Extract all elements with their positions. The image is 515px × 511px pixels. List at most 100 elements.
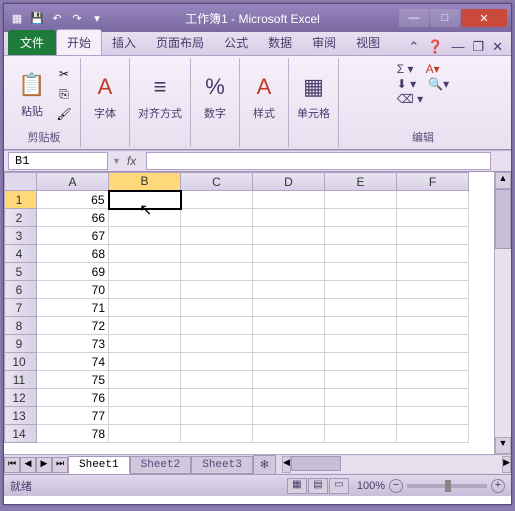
cell[interactable] bbox=[181, 299, 253, 317]
scroll-up-icon[interactable]: ▲ bbox=[495, 172, 511, 189]
cell[interactable]: 65 bbox=[37, 191, 109, 209]
cell[interactable] bbox=[325, 227, 397, 245]
cell[interactable]: 73 bbox=[37, 335, 109, 353]
cell[interactable] bbox=[253, 191, 325, 209]
scroll-right-icon[interactable]: ▶ bbox=[502, 456, 511, 473]
minimize-button[interactable]: — bbox=[399, 9, 429, 27]
sheet-nav-prev-icon[interactable]: ◀ bbox=[20, 457, 36, 473]
row-header[interactable]: 12 bbox=[5, 389, 37, 407]
cell[interactable] bbox=[181, 335, 253, 353]
cell[interactable] bbox=[109, 425, 181, 443]
cell[interactable] bbox=[181, 425, 253, 443]
redo-icon[interactable]: ↷ bbox=[68, 9, 86, 27]
cell[interactable] bbox=[253, 281, 325, 299]
format-painter-icon[interactable]: 🖌 bbox=[54, 105, 74, 123]
cell[interactable] bbox=[181, 389, 253, 407]
new-sheet-icon[interactable]: ✻ bbox=[253, 455, 276, 475]
sort-a-icon[interactable]: A▾ bbox=[426, 62, 440, 76]
cell[interactable] bbox=[181, 281, 253, 299]
sheet-nav-last-icon[interactable]: ⏭ bbox=[52, 457, 68, 473]
tab-insert[interactable]: 插入 bbox=[102, 30, 146, 55]
cell[interactable] bbox=[181, 227, 253, 245]
fill-icon[interactable]: ⬇ ▾ bbox=[397, 77, 416, 91]
zoom-out-icon[interactable]: − bbox=[389, 479, 403, 493]
find-icon[interactable]: 🔍▾ bbox=[428, 77, 449, 91]
formula-input[interactable] bbox=[146, 152, 491, 170]
sheet-tab-2[interactable]: Sheet2 bbox=[130, 456, 192, 474]
close-button[interactable]: ✕ bbox=[461, 9, 507, 27]
row-header[interactable]: 10 bbox=[5, 353, 37, 371]
view-normal-icon[interactable]: ▦ bbox=[287, 478, 307, 494]
col-header-F[interactable]: F bbox=[397, 173, 469, 191]
col-header-B[interactable]: B bbox=[109, 173, 181, 191]
cell[interactable]: 74 bbox=[37, 353, 109, 371]
cell[interactable] bbox=[109, 371, 181, 389]
doc-restore-icon[interactable]: ❐ bbox=[472, 39, 484, 55]
tab-layout[interactable]: 页面布局 bbox=[146, 30, 214, 55]
view-layout-icon[interactable]: ▤ bbox=[308, 478, 328, 494]
cell[interactable] bbox=[181, 245, 253, 263]
autosum-icon[interactable]: Σ ▾ bbox=[397, 62, 414, 76]
undo-icon[interactable]: ↶ bbox=[48, 9, 66, 27]
cell[interactable] bbox=[109, 281, 181, 299]
cell[interactable] bbox=[181, 371, 253, 389]
cell[interactable]: 72 bbox=[37, 317, 109, 335]
cell[interactable] bbox=[397, 389, 469, 407]
cell[interactable] bbox=[253, 371, 325, 389]
cell[interactable] bbox=[325, 353, 397, 371]
cell[interactable] bbox=[181, 209, 253, 227]
excel-icon[interactable]: ▦ bbox=[8, 9, 26, 27]
select-all-corner[interactable] bbox=[5, 173, 37, 191]
cell[interactable] bbox=[109, 209, 181, 227]
tab-formulas[interactable]: 公式 bbox=[214, 30, 258, 55]
cell[interactable] bbox=[253, 209, 325, 227]
row-header[interactable]: 3 bbox=[5, 227, 37, 245]
help-icon[interactable]: ❓ bbox=[427, 39, 443, 55]
horizontal-scrollbar[interactable]: ◀ ▶ bbox=[282, 456, 511, 473]
col-header-D[interactable]: D bbox=[253, 173, 325, 191]
view-pagebreak-icon[interactable]: ▭ bbox=[329, 478, 349, 494]
cell[interactable] bbox=[325, 389, 397, 407]
cell[interactable] bbox=[253, 353, 325, 371]
cell[interactable] bbox=[181, 353, 253, 371]
tab-file[interactable]: 文件 bbox=[8, 30, 56, 55]
cell[interactable] bbox=[397, 425, 469, 443]
cell[interactable] bbox=[109, 191, 181, 209]
cell[interactable] bbox=[109, 407, 181, 425]
col-header-E[interactable]: E bbox=[325, 173, 397, 191]
hscroll-thumb[interactable] bbox=[291, 456, 341, 471]
cell[interactable] bbox=[181, 191, 253, 209]
tab-review[interactable]: 审阅 bbox=[302, 30, 346, 55]
cell[interactable] bbox=[181, 317, 253, 335]
col-header-A[interactable]: A bbox=[37, 173, 109, 191]
cell[interactable]: 71 bbox=[37, 299, 109, 317]
cell[interactable] bbox=[397, 353, 469, 371]
grid-table[interactable]: A B C D E F 1 65 2 66 3 67 4 68 bbox=[4, 172, 469, 443]
row-header[interactable]: 8 bbox=[5, 317, 37, 335]
style-button[interactable]: A 样式 bbox=[246, 69, 282, 123]
cell[interactable] bbox=[325, 281, 397, 299]
doc-close-icon[interactable]: ✕ bbox=[492, 39, 503, 55]
cell[interactable]: 75 bbox=[37, 371, 109, 389]
cell[interactable]: 68 bbox=[37, 245, 109, 263]
zoom-slider[interactable] bbox=[407, 484, 487, 488]
cell[interactable] bbox=[325, 191, 397, 209]
cell[interactable] bbox=[109, 245, 181, 263]
cell[interactable] bbox=[325, 425, 397, 443]
cell[interactable]: 67 bbox=[37, 227, 109, 245]
cell[interactable] bbox=[253, 335, 325, 353]
sheet-tab-1[interactable]: Sheet1 bbox=[68, 456, 130, 474]
row-header[interactable]: 5 bbox=[5, 263, 37, 281]
minimize-ribbon-icon[interactable]: ⌃ bbox=[408, 39, 419, 55]
zoom-level[interactable]: 100% bbox=[357, 480, 385, 492]
paste-button[interactable]: 📋 粘贴 bbox=[14, 67, 50, 121]
font-button[interactable]: A 字体 bbox=[87, 69, 123, 123]
row-header[interactable]: 13 bbox=[5, 407, 37, 425]
tab-home[interactable]: 开始 bbox=[56, 29, 102, 55]
number-button[interactable]: % 数字 bbox=[197, 69, 233, 123]
namebox-dropdown-icon[interactable]: ▼ bbox=[112, 156, 121, 166]
cell[interactable] bbox=[397, 407, 469, 425]
cell[interactable] bbox=[397, 245, 469, 263]
row-header[interactable]: 7 bbox=[5, 299, 37, 317]
row-header[interactable]: 14 bbox=[5, 425, 37, 443]
